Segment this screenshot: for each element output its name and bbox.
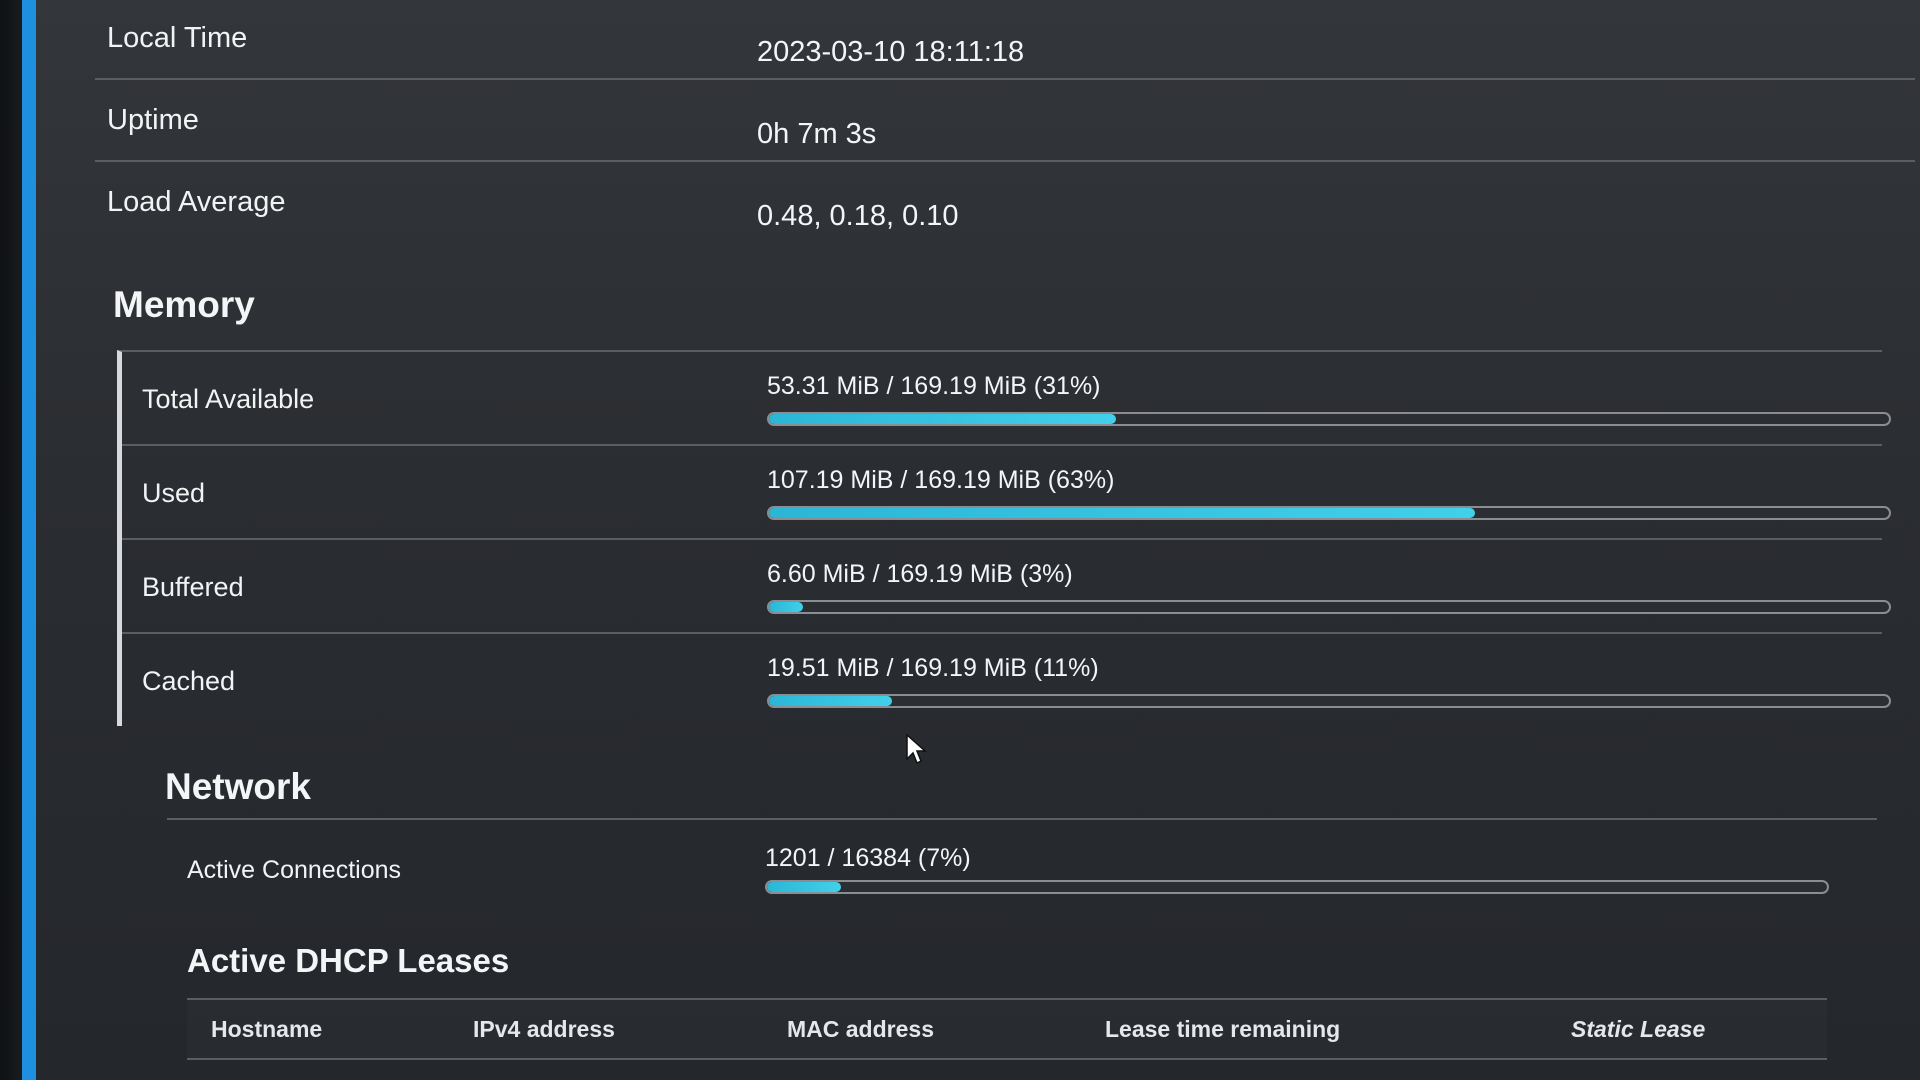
memory-buffered-fill	[769, 602, 803, 612]
active-connections-fill	[767, 882, 842, 892]
memory-row-total-available: Total Available 53.31 MiB / 169.19 MiB (…	[122, 352, 1891, 446]
mouse-pointer-icon	[905, 733, 929, 765]
status-row-load-average: Load Average 0.48, 0.18, 0.10	[95, 162, 1915, 242]
memory-row-used: Used 107.19 MiB / 169.19 MiB (63%)	[122, 446, 1891, 540]
memory-used-label: Used	[142, 478, 206, 508]
active-connections-label: Active Connections	[187, 856, 402, 884]
memory-cached-label: Cached	[142, 666, 236, 696]
memory-buffered-label: Buffered	[142, 572, 244, 602]
dhcp-leases-table: Hostname IPv4 address MAC address Lease …	[187, 998, 1827, 1060]
network-heading: Network	[165, 766, 311, 807]
uptime-value: 0h 7m 3s	[757, 118, 877, 150]
memory-table: Total Available 53.31 MiB / 169.19 MiB (…	[117, 350, 1891, 726]
status-row-uptime: Uptime 0h 7m 3s	[95, 80, 1915, 162]
memory-heading: Memory	[113, 284, 255, 325]
active-connections-value: 1201 / 16384 (7%)	[765, 844, 971, 872]
memory-used-progress	[767, 506, 1891, 520]
status-page: Local Time 2023-03-10 18:11:18 Uptime 0h…	[95, 0, 1915, 1080]
network-table: Active Connections 1201 / 16384 (7%)	[167, 818, 1877, 910]
local-time-label: Local Time	[107, 22, 248, 54]
memory-total-available-fill	[769, 414, 1117, 424]
memory-buffered-progress	[767, 600, 1891, 614]
system-status-table: Local Time 2023-03-10 18:11:18 Uptime 0h…	[95, 0, 1915, 242]
column-header-hostname[interactable]: Hostname	[211, 1016, 322, 1043]
active-connections-progress	[765, 880, 1829, 894]
memory-row-buffered: Buffered 6.60 MiB / 169.19 MiB (3%)	[122, 540, 1891, 634]
uptime-label: Uptime	[107, 104, 199, 136]
column-header-ipv4-address[interactable]: IPv4 address	[473, 1016, 615, 1043]
local-time-value: 2023-03-10 18:11:18	[757, 36, 1025, 68]
memory-cached-progress	[767, 694, 1891, 708]
load-average-label: Load Average	[107, 186, 286, 218]
memory-row-cached: Cached 19.51 MiB / 169.19 MiB (11%)	[122, 634, 1891, 726]
memory-total-available-progress	[767, 412, 1891, 426]
column-header-mac-address[interactable]: MAC address	[787, 1016, 934, 1043]
column-header-lease-time-remaining[interactable]: Lease time remaining	[1105, 1016, 1340, 1043]
memory-used-fill	[769, 508, 1475, 518]
status-row-local-time: Local Time 2023-03-10 18:11:18	[95, 0, 1915, 80]
network-row-active-connections: Active Connections 1201 / 16384 (7%)	[167, 820, 1877, 910]
memory-total-available-value: 53.31 MiB / 169.19 MiB (31%)	[767, 372, 1101, 400]
accent-stripe	[22, 0, 36, 1080]
load-average-value: 0.48, 0.18, 0.10	[757, 200, 959, 232]
memory-total-available-label: Total Available	[142, 384, 315, 414]
memory-cached-fill	[769, 696, 893, 706]
memory-buffered-value: 6.60 MiB / 169.19 MiB (3%)	[767, 560, 1073, 588]
memory-cached-value: 19.51 MiB / 169.19 MiB (11%)	[767, 654, 1099, 682]
memory-used-value: 107.19 MiB / 169.19 MiB (63%)	[767, 466, 1115, 494]
screen: Local Time 2023-03-10 18:11:18 Uptime 0h…	[0, 0, 1920, 1080]
column-header-static-lease[interactable]: Static Lease	[1571, 1016, 1705, 1043]
dhcp-leases-heading: Active DHCP Leases	[187, 942, 510, 979]
